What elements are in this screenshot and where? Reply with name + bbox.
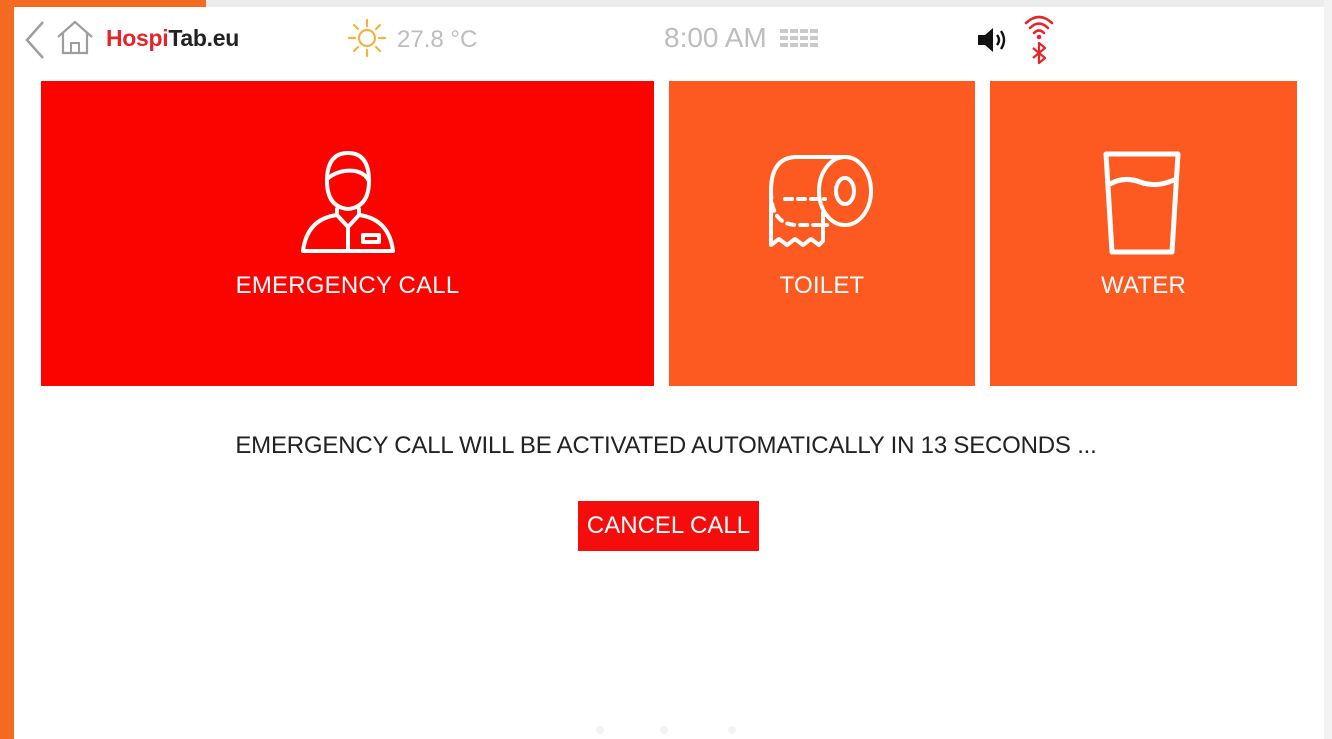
toilet-tile[interactable]: TOILET [669, 81, 975, 386]
nurse-icon [301, 151, 395, 253]
emergency-call-label: EMERGENCY CALL [235, 272, 460, 299]
bluetooth-icon [1032, 41, 1047, 65]
frame-top-edge [206, 0, 1332, 7]
brand-rest: Tab.eu [168, 25, 240, 51]
home-icon[interactable] [56, 19, 94, 55]
toilet-paper-icon [769, 155, 873, 247]
clock: 8:00 AM [664, 22, 767, 53]
battery-icon [780, 29, 818, 47]
orange-frame-top [0, 0, 206, 7]
orange-frame-left [0, 0, 14, 739]
temperature-readout: 27.8 °C [397, 26, 478, 53]
water-tile[interactable]: WATER [990, 81, 1297, 386]
sun-icon [347, 18, 387, 58]
status-bar: HospiTab.eu 27.8 °C 8:00 AM [14, 7, 1324, 71]
back-icon[interactable] [24, 20, 46, 60]
page-indicator [596, 726, 736, 734]
emergency-call-tile[interactable]: EMERGENCY CALL [41, 81, 654, 386]
brand-accent: Hospi [106, 25, 169, 51]
wifi-icon[interactable] [1022, 11, 1056, 67]
frame-right-edge [1324, 0, 1332, 739]
brand-logo: HospiTab.eu [106, 25, 239, 52]
volume-icon[interactable] [976, 25, 1010, 55]
countdown-message: EMERGENCY CALL WILL BE ACTIVATED AUTOMAT… [235, 432, 1097, 459]
cancel-call-button[interactable]: CANCEL CALL [578, 501, 759, 551]
toilet-label: TOILET [779, 272, 865, 299]
water-glass-icon [1103, 151, 1181, 255]
water-label: WATER [1101, 272, 1186, 299]
